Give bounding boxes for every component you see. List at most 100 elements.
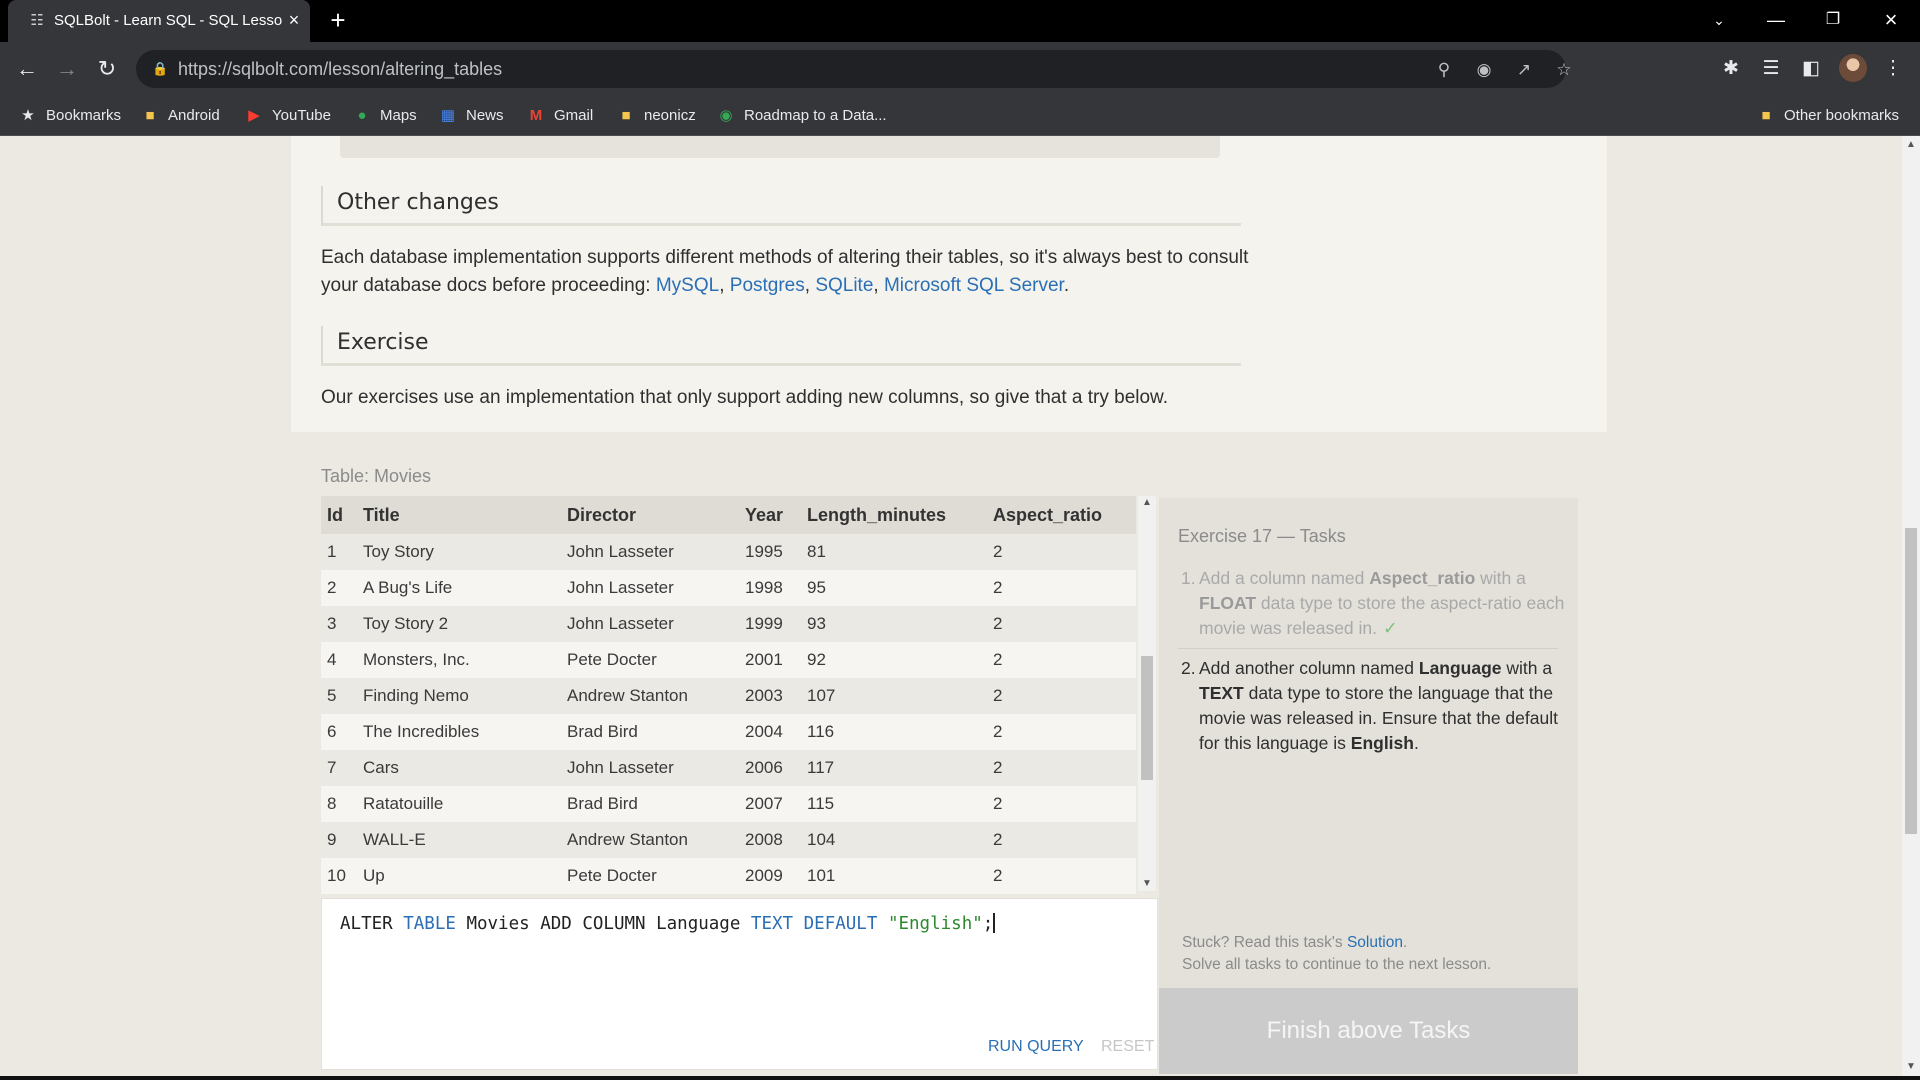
table-row: 10 Up Pete Docter 2009 101 2 bbox=[321, 858, 1136, 894]
table-caption: Table: Movies bbox=[321, 466, 432, 486]
table-cell: 6 bbox=[321, 714, 357, 750]
bookmark-neonicz[interactable]: ■ neonicz bbox=[616, 104, 695, 128]
mssql-link[interactable]: Microsoft SQL Server bbox=[884, 275, 1064, 296]
table-cell: 7 bbox=[321, 750, 357, 786]
active-tab[interactable]: ☷ SQLBolt - Learn SQL - SQL Lesson × bbox=[8, 0, 310, 42]
media-control-icon[interactable]: ☰ bbox=[1756, 54, 1786, 84]
table-cell: 5 bbox=[321, 678, 357, 714]
mysql-link[interactable]: MySQL bbox=[656, 275, 719, 296]
folder-icon: ■ bbox=[1761, 107, 1771, 124]
zoom-icon[interactable]: ⚲ bbox=[1432, 58, 1456, 82]
task-divider bbox=[1178, 648, 1558, 649]
close-icon[interactable]: × bbox=[284, 10, 304, 30]
address-bar[interactable]: 🔒 https://sqlbolt.com/lesson/altering_ta… bbox=[136, 50, 1572, 88]
tab-search-icon[interactable]: ⌄ bbox=[1704, 6, 1734, 34]
table-row: 8 Ratatouille Brad Bird 2007 115 2 bbox=[321, 786, 1136, 822]
table-cell: John Lasseter bbox=[561, 606, 739, 642]
tasks-panel: Exercise 17 — Tasks 1. Add a column name… bbox=[1159, 498, 1578, 1074]
table-cell: 2 bbox=[987, 678, 1136, 714]
scroll-up-arrow-icon[interactable]: ▲ bbox=[1138, 496, 1156, 510]
scrollbar-thumb[interactable] bbox=[1141, 656, 1153, 780]
table-cell: Andrew Stanton bbox=[561, 678, 739, 714]
postgres-link[interactable]: Postgres bbox=[730, 275, 805, 296]
table-cell: 2 bbox=[987, 858, 1136, 894]
youtube-icon: ▶ bbox=[248, 107, 260, 124]
star-icon: ★ bbox=[21, 107, 35, 124]
url-text[interactable]: https://sqlbolt.com/lesson/altering_tabl… bbox=[178, 59, 502, 80]
bookmark-news[interactable]: ▦ News bbox=[438, 104, 504, 128]
minimize-button[interactable]: — bbox=[1761, 6, 1791, 34]
table-cell: 95 bbox=[801, 570, 987, 606]
page-scrollbar-thumb[interactable] bbox=[1905, 528, 1917, 834]
solution-link[interactable]: Solution bbox=[1347, 934, 1403, 951]
sql-query-text[interactable]: ALTER TABLE Movies ADD COLUMN Language T… bbox=[340, 913, 996, 934]
profile-avatar[interactable] bbox=[1839, 54, 1867, 82]
page-content: Other changes Each database implementati… bbox=[0, 136, 1920, 1076]
bookmark-star-icon[interactable]: ☆ bbox=[1552, 58, 1576, 82]
bookmark-youtube[interactable]: ▶ YouTube bbox=[244, 104, 331, 128]
table-cell: The Incredibles bbox=[357, 714, 561, 750]
forward-icon[interactable]: → bbox=[52, 54, 82, 84]
table-cell: 2 bbox=[987, 822, 1136, 858]
table-cell: Brad Bird bbox=[561, 786, 739, 822]
page-scrollbar[interactable]: ▲ ▼ bbox=[1902, 136, 1920, 1076]
bookmark-android[interactable]: ■ Android bbox=[140, 104, 219, 128]
stuck-hint: Stuck? Read this task's Solution. Solve … bbox=[1182, 934, 1492, 973]
table-row: 9 WALL-E Andrew Stanton 2008 104 2 bbox=[321, 822, 1136, 858]
sqlite-link[interactable]: SQLite bbox=[815, 275, 873, 296]
run-query-button[interactable]: RUN QUERY bbox=[988, 1038, 1084, 1056]
scroll-up-arrow-icon[interactable]: ▲ bbox=[1902, 138, 1920, 152]
table-cell: 3 bbox=[321, 606, 357, 642]
table-cell: John Lasseter bbox=[561, 570, 739, 606]
table-cell: 9 bbox=[321, 822, 357, 858]
table-header-row: Id Title Director Year Length_minutes As… bbox=[321, 496, 1136, 534]
bookmark-gmail[interactable]: M Gmail bbox=[526, 104, 593, 128]
browser-toolbar: ← → ↻ 🔒 https://sqlbolt.com/lesson/alter… bbox=[0, 42, 1920, 96]
table-row: 2A Bug's Life John Lasseter 1998 95 2 bbox=[321, 570, 1136, 606]
close-window-button[interactable]: × bbox=[1876, 6, 1906, 34]
other-changes-paragraph: Each database implementation supports di… bbox=[321, 247, 1249, 296]
table-cell: Up bbox=[357, 858, 561, 894]
folder-icon: ■ bbox=[621, 107, 631, 124]
reset-button[interactable]: RESET bbox=[1101, 1038, 1154, 1056]
reload-icon[interactable]: ↻ bbox=[92, 54, 122, 84]
finish-tasks-button[interactable]: Finish above Tasks bbox=[1159, 988, 1578, 1074]
task-2: 2. Add another column named Language wit… bbox=[1181, 658, 1558, 753]
exercise-heading: Exercise bbox=[321, 326, 1241, 366]
table-cell: 115 bbox=[801, 786, 987, 822]
new-tab-button[interactable]: + bbox=[324, 6, 352, 34]
column-header: Id bbox=[321, 496, 357, 534]
folder-icon: ■ bbox=[145, 107, 155, 124]
table-cell: 116 bbox=[801, 714, 987, 750]
table-cell: 8 bbox=[321, 786, 357, 822]
sql-token: "English" bbox=[887, 914, 983, 934]
table-cell: Monsters, Inc. bbox=[357, 642, 561, 678]
text-caret bbox=[993, 913, 996, 933]
share-icon[interactable]: ↗ bbox=[1512, 58, 1536, 82]
other-bookmarks[interactable]: ■ Other bookmarks bbox=[1756, 104, 1899, 128]
bookmark-bookmarks[interactable]: ★ Bookmarks bbox=[18, 104, 121, 128]
table-cell: Pete Docter bbox=[561, 858, 739, 894]
table-cell: 2 bbox=[321, 570, 357, 606]
menu-icon[interactable]: ⋮ bbox=[1878, 54, 1908, 84]
tracking-blocked-icon[interactable]: ◉ bbox=[1472, 58, 1496, 82]
restore-button[interactable]: ❐ bbox=[1818, 6, 1848, 34]
table-cell: 93 bbox=[801, 606, 987, 642]
table-cell: Finding Nemo bbox=[357, 678, 561, 714]
database-icon: ☷ bbox=[30, 12, 44, 29]
side-panel-icon[interactable]: ◧ bbox=[1796, 54, 1826, 84]
table-scrollbar[interactable]: ▲ ▼ bbox=[1138, 496, 1156, 891]
table-cell: Cars bbox=[357, 750, 561, 786]
column-header: Year bbox=[739, 496, 801, 534]
table-cell: 1995 bbox=[739, 534, 801, 570]
back-icon[interactable]: ← bbox=[12, 54, 42, 84]
scroll-down-arrow-icon[interactable]: ▼ bbox=[1902, 1060, 1920, 1074]
bookmark-roadmap[interactable]: ◉ Roadmap to a Data... bbox=[716, 104, 886, 128]
bookmark-maps[interactable]: ● Maps bbox=[352, 104, 416, 128]
column-header: Aspect_ratio bbox=[987, 496, 1136, 534]
sql-token: TABLE bbox=[403, 914, 456, 934]
scroll-down-arrow-icon[interactable]: ▼ bbox=[1138, 877, 1156, 891]
extensions-icon[interactable]: ✱ bbox=[1716, 54, 1746, 84]
sql-token: ALTER bbox=[340, 914, 404, 934]
